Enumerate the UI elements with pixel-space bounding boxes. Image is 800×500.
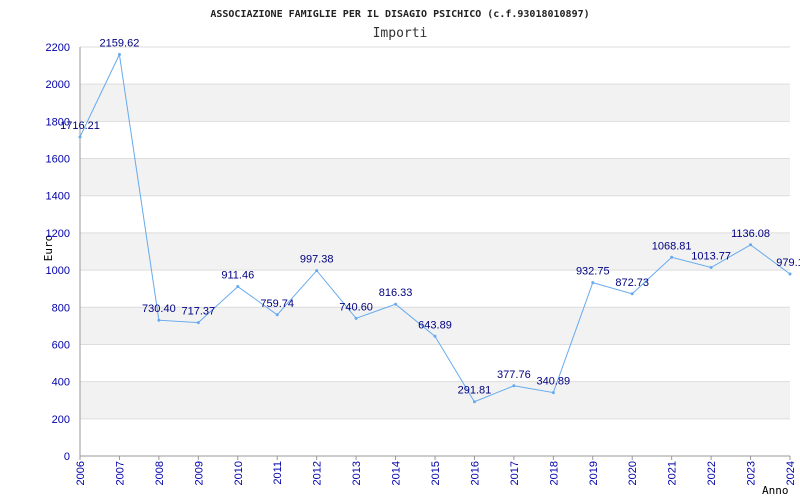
background-band	[80, 381, 790, 419]
x-tick-label: 2013	[351, 461, 363, 485]
data-point	[591, 281, 595, 285]
x-tick-label: 2014	[391, 461, 403, 485]
y-tick-label: 200	[52, 414, 70, 426]
data-label: 2159.62	[100, 38, 140, 50]
data-point	[512, 384, 516, 388]
x-tick-label: 2024	[785, 461, 797, 485]
data-label: 759.74	[260, 298, 294, 310]
y-tick-label: 1000	[46, 265, 70, 277]
x-tick-label: 2021	[667, 461, 679, 485]
data-point	[315, 269, 319, 273]
data-label: 1013.77	[691, 251, 731, 263]
data-point	[117, 53, 121, 57]
data-point	[78, 135, 82, 139]
y-tick-label: 400	[52, 377, 70, 389]
data-point	[394, 302, 398, 306]
x-tick-label: 2012	[312, 461, 324, 485]
y-tick-label: 1600	[46, 154, 70, 166]
x-tick-label: 2018	[548, 461, 560, 485]
x-tick-label: 2020	[627, 461, 639, 485]
data-label: 872.73	[615, 277, 649, 289]
x-tick-label: 2016	[469, 461, 481, 485]
chart-subtitle: Importi	[373, 26, 428, 41]
data-point	[236, 285, 240, 289]
data-label: 979.1	[776, 257, 800, 269]
data-point	[433, 334, 437, 338]
data-label: 740.60	[339, 301, 373, 313]
data-label: 291.81	[458, 385, 492, 397]
x-tick-label: 2019	[588, 461, 600, 485]
data-point	[472, 400, 476, 404]
data-label: 730.40	[142, 303, 176, 315]
x-tick-label: 2017	[509, 461, 521, 485]
data-label: 1716.21	[60, 120, 100, 132]
chart-title: ASSOCIAZIONE FAMIGLIE PER IL DISAGIO PSI…	[210, 9, 589, 20]
y-tick-label: 2200	[46, 42, 70, 54]
x-tick-labels: 2006 2007 2008 2009 2010 2011 2012 2013 2014 2015…	[75, 456, 797, 485]
x-tick-label: 2006	[75, 461, 87, 485]
data-label: 1068.81	[652, 240, 692, 252]
x-tick-label: 2010	[233, 461, 245, 485]
data-label: 1136.08	[731, 228, 770, 240]
data-point	[788, 272, 792, 276]
background-band	[80, 84, 790, 122]
data-point	[749, 243, 753, 247]
data-label: 911.46	[221, 270, 254, 282]
data-point	[630, 292, 634, 296]
data-label: 377.76	[497, 369, 531, 381]
x-tick-label: 2009	[193, 461, 205, 485]
x-tick-label: 2011	[272, 461, 284, 485]
data-point	[157, 318, 161, 322]
data-label: 643.89	[418, 319, 452, 331]
data-label: 997.38	[300, 254, 334, 266]
y-tick-label: 2000	[46, 79, 70, 91]
x-tick-label: 2015	[430, 461, 442, 485]
data-point	[196, 321, 200, 325]
data-label: 340.89	[537, 376, 571, 388]
data-label: 717.37	[182, 306, 216, 318]
y-tick-label: 1200	[46, 228, 70, 240]
data-point	[670, 255, 674, 259]
data-point	[551, 391, 555, 395]
data-label: 932.75	[576, 266, 610, 278]
y-tick-label: 800	[52, 302, 70, 314]
line-chart: ASSOCIAZIONE FAMIGLIE PER IL DISAGIO PSI…	[42, 9, 800, 497]
data-point	[354, 316, 358, 320]
background-band	[80, 158, 790, 196]
data-point	[275, 313, 279, 317]
data-point	[709, 266, 713, 270]
y-tick-label: 1400	[46, 191, 70, 203]
y-tick-label: 600	[52, 339, 70, 351]
y-tick-label: 0	[64, 451, 70, 463]
data-label: 816.33	[379, 287, 413, 299]
x-tick-label: 2008	[154, 461, 166, 485]
x-tick-label: 2023	[746, 461, 758, 485]
x-tick-label: 2007	[114, 461, 126, 485]
x-tick-label: 2022	[706, 461, 718, 485]
